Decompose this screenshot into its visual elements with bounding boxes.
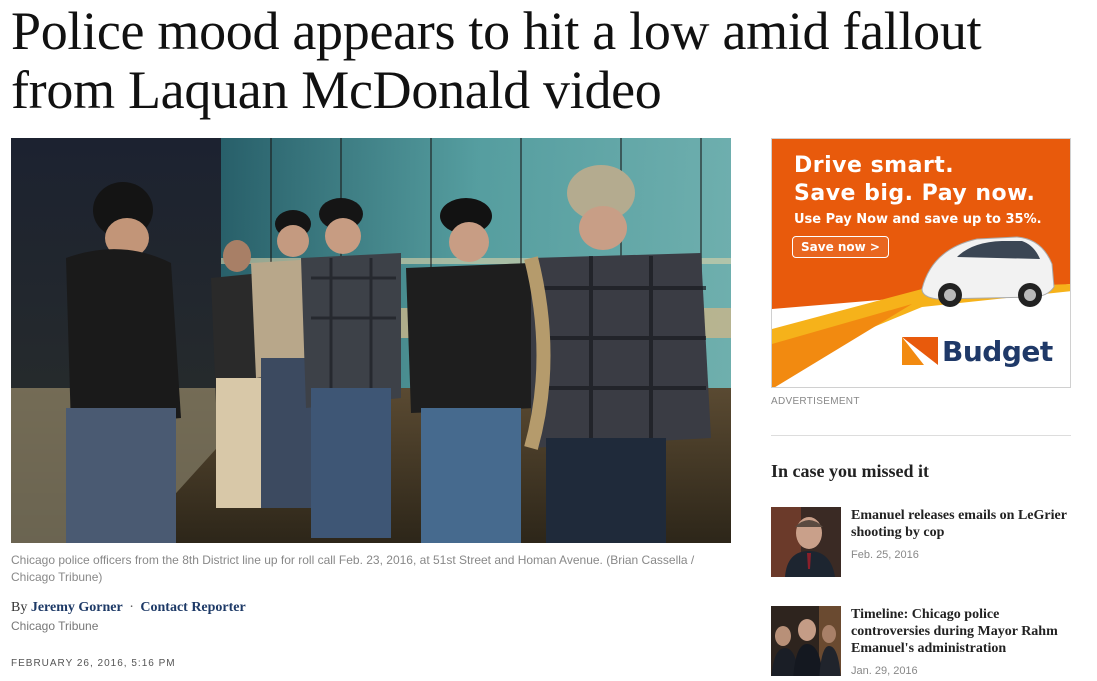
advertisement-banner[interactable]: Drive smart. Save big. Pay now. Use Pay … bbox=[771, 138, 1071, 388]
story-thumbnail[interactable] bbox=[771, 606, 841, 676]
article-headline: Police mood appears to hit a low amid fa… bbox=[11, 1, 982, 120]
author-link[interactable]: Jeremy Gorner bbox=[31, 600, 123, 615]
lead-photo-image bbox=[11, 138, 731, 543]
ad-headline-line2: Save big. Pay now. bbox=[794, 181, 1036, 206]
story-thumbnail[interactable] bbox=[771, 507, 841, 577]
ad-brand-name: Budget bbox=[942, 335, 1053, 368]
story-date: Feb. 25, 2016 bbox=[851, 549, 919, 561]
story-headline-link[interactable]: Timeline: Chicago police controversies d… bbox=[851, 606, 1073, 657]
advertisement-label: ADVERTISEMENT bbox=[771, 396, 860, 407]
byline-separator: · bbox=[129, 600, 134, 615]
article-date: FEBRUARY 26, 2016, 5:16 PM bbox=[11, 658, 176, 669]
contact-reporter-link[interactable]: Contact Reporter bbox=[140, 600, 245, 615]
byline-source: Chicago Tribune bbox=[11, 619, 99, 633]
ad-save-now-button[interactable]: Save now > bbox=[792, 236, 889, 258]
sidebar-story[interactable]: Timeline: Chicago police controversies d… bbox=[771, 606, 1071, 681]
budget-logo-icon bbox=[902, 337, 938, 365]
ad-headline-line1: Drive smart. bbox=[794, 153, 955, 178]
story-date: Jan. 29, 2016 bbox=[851, 665, 918, 677]
sidebar-story[interactable]: Emanuel releases emails on LeGrier shoot… bbox=[771, 507, 1071, 577]
in-case-you-missed-it-heading: In case you missed it bbox=[771, 461, 930, 481]
ad-subline: Use Pay Now and save up to 35%. bbox=[794, 212, 1042, 227]
sidebar-divider bbox=[771, 435, 1071, 436]
story-headline-link[interactable]: Emanuel releases emails on LeGrier shoot… bbox=[851, 507, 1073, 541]
photo-caption: Chicago police officers from the 8th Dis… bbox=[11, 553, 695, 584]
lead-photo[interactable] bbox=[11, 138, 731, 543]
byline: By Jeremy Gorner · Contact Reporter bbox=[11, 600, 246, 616]
byline-prefix: By bbox=[11, 600, 28, 615]
